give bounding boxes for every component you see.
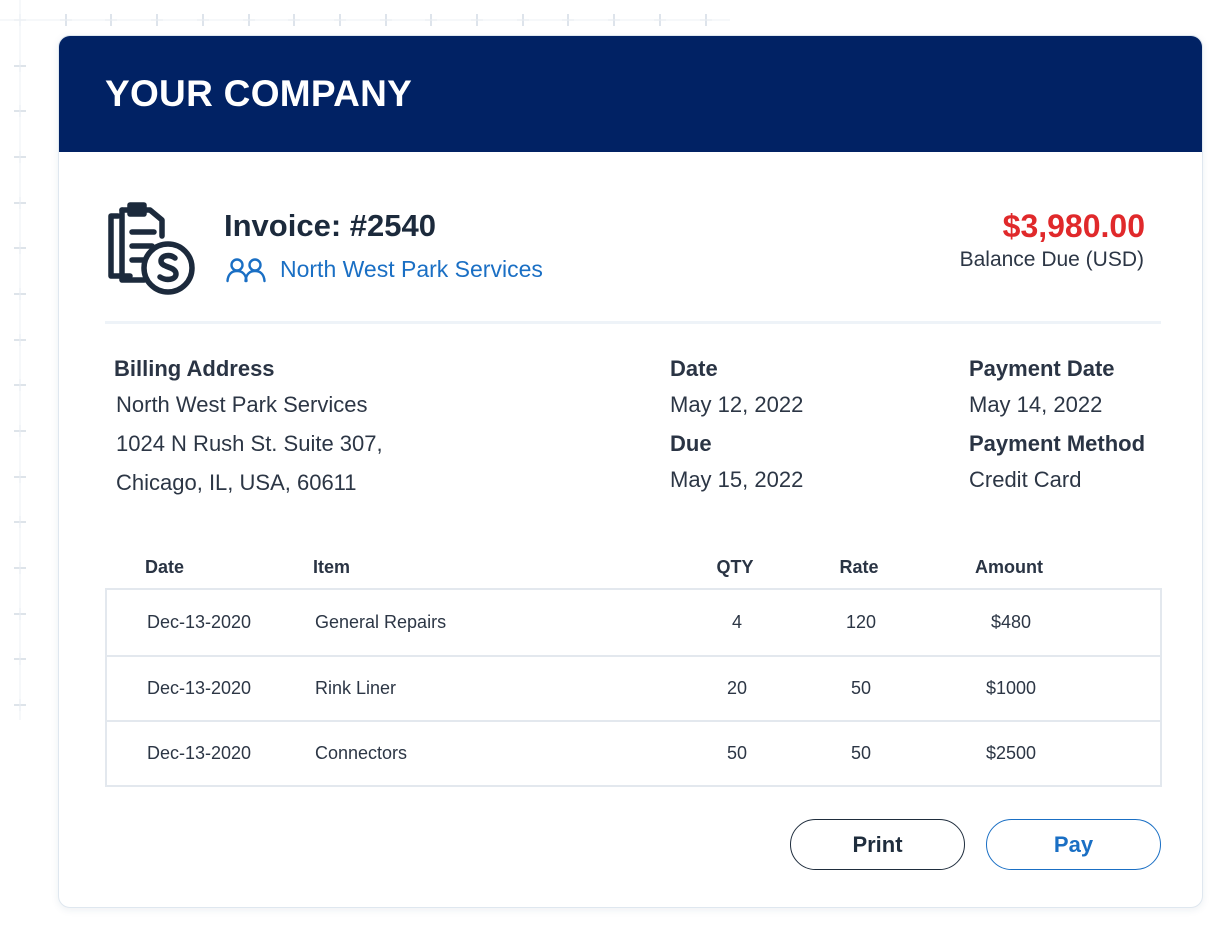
invoice-dollar-icon	[108, 202, 195, 295]
column-header-amount: Amount	[975, 556, 1043, 577]
invoice-card: YOUR COMPANY Invoice: #2540 North West P…	[58, 35, 1203, 908]
billing-line: North West Park Services	[116, 392, 368, 417]
due-label: Due	[670, 431, 712, 456]
cell-amount: $1000	[985, 678, 1037, 698]
cell-rate: 120	[845, 612, 877, 632]
invoice-title: Invoice: #2540	[224, 208, 436, 243]
cell-qty: 50	[726, 743, 748, 763]
balance-amount: $3,980.00	[1002, 208, 1145, 244]
table-header: Date Item QTY Rate Amount	[105, 546, 1162, 588]
table-body: Dec-13-2020 General Repairs 4 120 $480 D…	[105, 588, 1162, 787]
cell-qty: 4	[731, 612, 742, 632]
cell-date: Dec-13-2020	[147, 678, 252, 698]
due-value: May 15, 2022	[670, 467, 804, 492]
print-button[interactable]: Print	[790, 819, 965, 870]
payment-date-label: Payment Date	[969, 356, 1115, 381]
section-divider	[105, 321, 1161, 324]
client-name: North West Park Services	[280, 256, 543, 282]
date-label: Date	[670, 356, 718, 381]
cell-amount: $2500	[985, 743, 1037, 763]
cell-item: General Repairs	[315, 612, 447, 632]
column-header-item: Item	[313, 556, 351, 577]
cell-date: Dec-13-2020	[147, 612, 252, 632]
client-link[interactable]: North West Park Services	[226, 256, 543, 283]
table-row: Dec-13-2020 Connectors 50 50 $2500	[107, 720, 1160, 785]
billing-address-section: Billing Address North West Park Services…	[114, 356, 383, 509]
pay-button[interactable]: Pay	[986, 819, 1161, 870]
column-header-rate: Rate	[839, 556, 879, 577]
table-row: Dec-13-2020 General Repairs 4 120 $480	[107, 590, 1160, 655]
company-name: YOUR COMPANY	[105, 73, 413, 114]
card-header: YOUR COMPANY	[59, 36, 1202, 152]
cell-amount: $480	[990, 612, 1032, 632]
people-icon	[226, 257, 266, 282]
cell-rate: 50	[850, 743, 872, 763]
column-header-date: Date	[145, 556, 185, 577]
plus-grid-decoration-left	[14, 0, 26, 720]
payment-date-value: May 14, 2022	[969, 392, 1103, 417]
invoice-summary: Invoice: #2540 North West Park Services …	[59, 152, 1202, 324]
cell-item: Rink Liner	[315, 678, 397, 698]
date-value: May 12, 2022	[670, 392, 804, 417]
payment-method-value: Credit Card	[969, 467, 1082, 492]
column-header-qty: QTY	[716, 556, 754, 577]
cell-date: Dec-13-2020	[147, 743, 252, 763]
page: YOUR COMPANY Invoice: #2540 North West P…	[0, 0, 1220, 936]
plus-grid-decoration	[0, 14, 730, 26]
line-items-table: Date Item QTY Rate Amount Dec-13-2020 Ge…	[105, 546, 1162, 787]
date-section: Date May 12, 2022 Due May 15, 2022	[670, 356, 803, 506]
billing-line: Chicago, IL, USA, 60611	[116, 470, 357, 495]
payment-method-label: Payment Method	[969, 431, 1146, 456]
cell-item: Connectors	[315, 743, 408, 763]
cell-qty: 20	[726, 678, 748, 698]
billing-address-label: Billing Address	[114, 356, 275, 381]
table-row: Dec-13-2020 Rink Liner 20 50 $1000	[107, 655, 1160, 720]
balance-label: Balance Due (USD)	[959, 248, 1144, 271]
cell-rate: 50	[850, 678, 872, 698]
billing-line: 1024 N Rush St. Suite 307,	[116, 431, 383, 456]
payment-section: Payment Date May 14, 2022 Payment Method…	[969, 356, 1145, 506]
